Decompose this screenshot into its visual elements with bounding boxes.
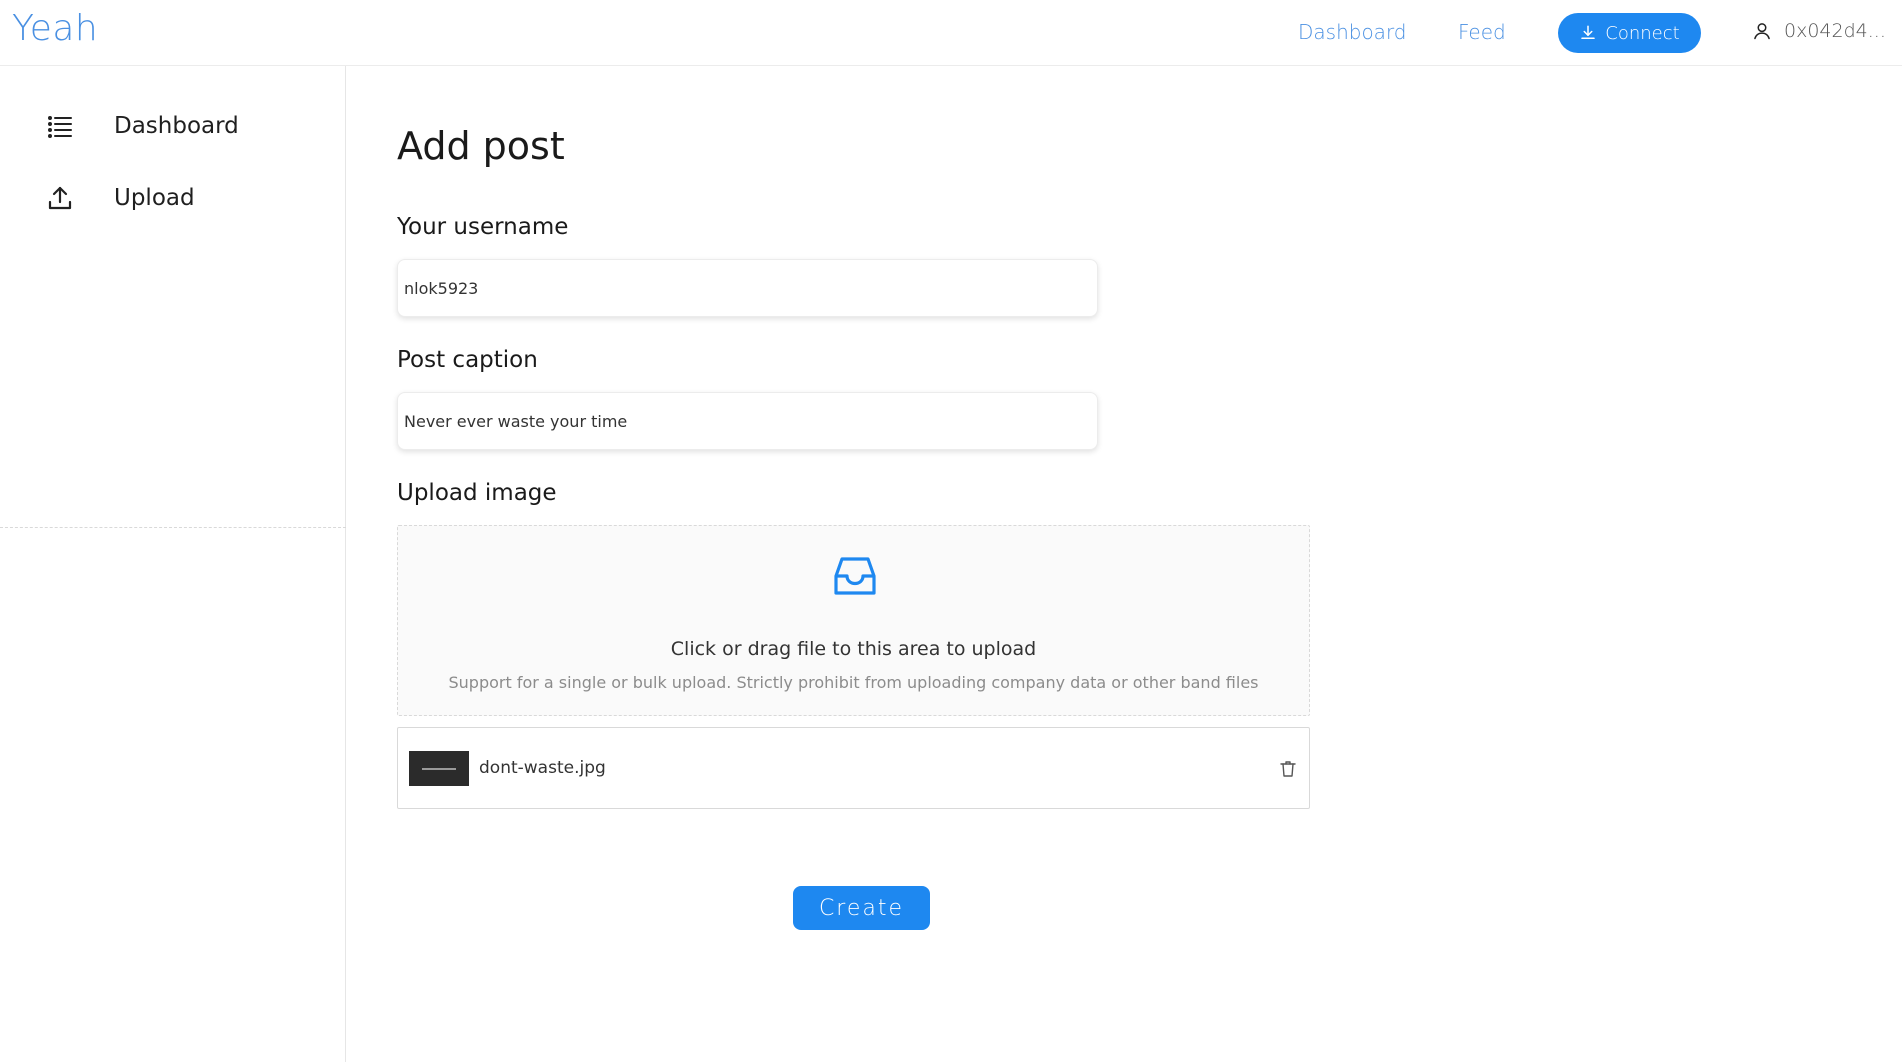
sidebar-item-label: Upload [114, 185, 195, 211]
sidebar-divider [0, 527, 346, 528]
brand-logo[interactable]: Yeah [12, 8, 98, 49]
connect-button[interactable]: Connect [1558, 13, 1701, 53]
file-thumbnail [409, 751, 469, 786]
sidebar-item-upload[interactable]: Upload [46, 184, 195, 212]
dropzone-title: Click or drag file to this area to uploa… [670, 638, 1037, 660]
nav-dashboard-link[interactable]: Dashboard [1298, 20, 1407, 44]
sidebar: Dashboard Upload [0, 66, 346, 1062]
download-icon [1581, 25, 1596, 39]
dropzone-hint: Support for a single or bulk upload. Str… [448, 673, 1259, 692]
inbox-icon [834, 557, 876, 595]
page-title: Add post [397, 124, 565, 168]
delete-file-icon[interactable] [1278, 759, 1298, 779]
username-input[interactable] [397, 259, 1098, 317]
file-name[interactable]: dont-waste.jpg [479, 758, 606, 778]
nav-feed-link[interactable]: Feed [1458, 20, 1506, 44]
caption-input[interactable] [397, 392, 1098, 450]
upload-image-label: Upload image [397, 480, 557, 506]
account-menu[interactable]: 0x042d4... [1752, 20, 1886, 42]
uploaded-file-item: dont-waste.jpg [397, 727, 1310, 809]
user-icon [1754, 23, 1770, 40]
list-icon [48, 116, 72, 138]
create-button[interactable]: Create [793, 886, 930, 930]
sidebar-item-label: Dashboard [114, 113, 239, 139]
username-label: Your username [397, 214, 569, 240]
sidebar-item-dashboard[interactable]: Dashboard [46, 112, 239, 140]
top-header: Yeah Dashboard Feed Connect 0x042d4... [0, 0, 1902, 66]
upload-icon [48, 186, 72, 210]
connect-button-label: Connect [1605, 22, 1680, 44]
caption-label: Post caption [397, 347, 538, 373]
account-address: 0x042d4... [1784, 20, 1886, 42]
upload-dropzone[interactable]: Click or drag file to this area to uploa… [397, 525, 1310, 716]
